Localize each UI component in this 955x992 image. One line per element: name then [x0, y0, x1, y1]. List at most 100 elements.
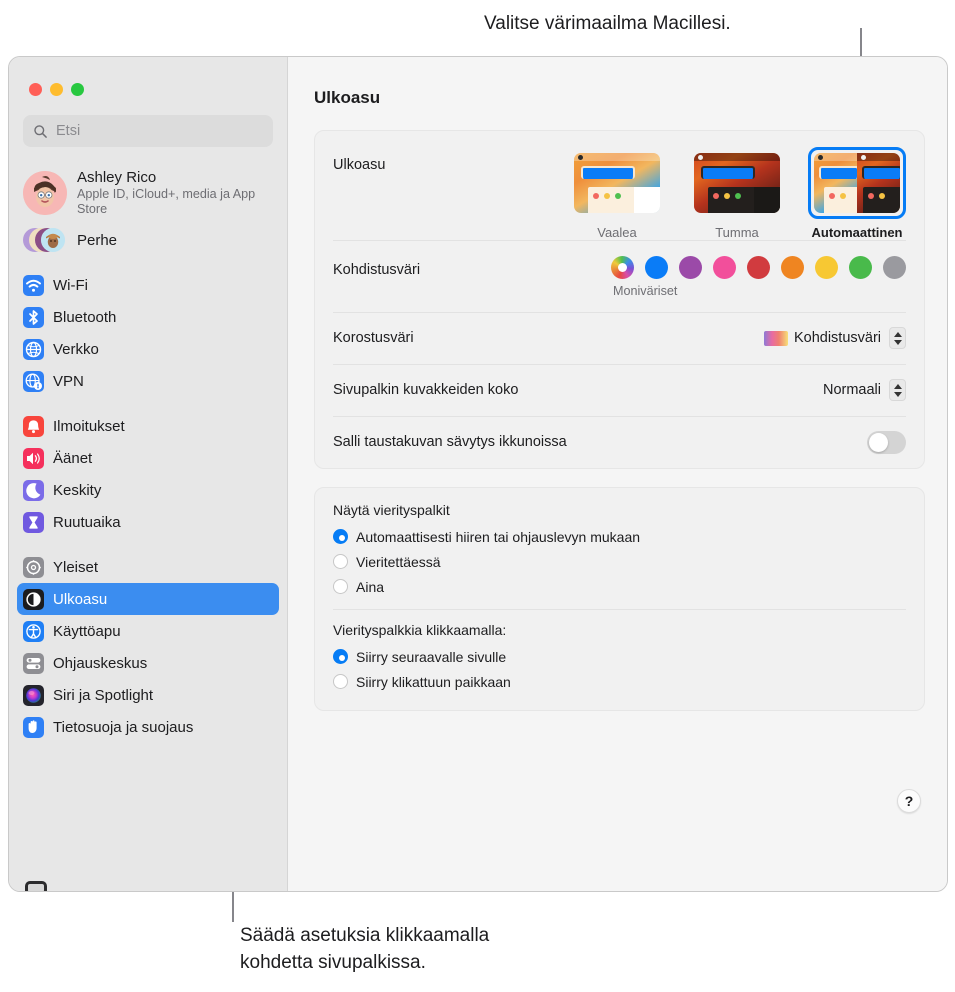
show-scrollbars-label: Näytä vierityspalkit: [333, 502, 450, 518]
sidebar-item-label: Ruutuaika: [53, 513, 121, 531]
radio-icon[interactable]: [333, 579, 348, 594]
radio-icon[interactable]: [333, 529, 348, 544]
highlight-color-swatch: [763, 330, 788, 346]
sidebar-item-family[interactable]: Perhe: [9, 223, 287, 257]
radio-icon[interactable]: [333, 674, 348, 689]
appearance-option-label: Vaalea: [597, 225, 637, 240]
callout-top-text: Valitse värimaailma Macillesi.: [484, 13, 731, 34]
sidebar-item-label: Keskity: [53, 481, 102, 499]
sidebar-group-alerts: Ilmoitukset Äänet Keskity Ruutuaika: [9, 410, 287, 538]
appearance-settings-card: Ulkoasu Vaalea Tumma Automaattinen Kohdi…: [314, 130, 925, 469]
sidebar-item-sound[interactable]: Äänet: [17, 442, 279, 474]
sidebar-group-network: Wi-Fi Bluetooth Verkko VPN: [9, 269, 287, 397]
close-button[interactable]: [29, 83, 42, 96]
accent-swatch-orange[interactable]: [781, 256, 804, 279]
wallpaper-tinting-row: Salli taustakuvan sävytys ikkunoissa: [315, 416, 924, 468]
sidebar-item-screen-time[interactable]: Ruutuaika: [17, 506, 279, 538]
appearance-label: Ulkoasu: [333, 157, 386, 173]
accent-color-caption: Moniväriset: [613, 284, 678, 298]
card-divider: [333, 609, 906, 610]
radio-icon[interactable]: [333, 554, 348, 569]
callout-bottom-text: Säädä asetuksia klikkaamalla kohdetta si…: [240, 925, 490, 973]
appearance-row: Ulkoasu Vaalea Tumma Automaattinen: [315, 131, 924, 240]
accent-swatch-purple[interactable]: [679, 256, 702, 279]
accent-swatch-yellow[interactable]: [815, 256, 838, 279]
highlight-color-row: Korostusväri Kohdistusväri: [315, 312, 924, 364]
sidebar-icon-size-value: Normaali: [822, 382, 881, 398]
sidebar-item-label: Perhe: [77, 231, 118, 249]
siri-icon: [23, 684, 44, 706]
maximize-button[interactable]: [71, 83, 84, 96]
bluetooth-icon: [23, 306, 44, 328]
vpn-globe-icon: [23, 370, 44, 392]
minimize-button[interactable]: [50, 83, 63, 96]
wallpaper-tinting-toggle[interactable]: [867, 430, 906, 454]
sidebar-item-label: Wi-Fi: [53, 276, 88, 294]
accent-swatch-blue[interactable]: [645, 256, 668, 279]
accent-swatch-pink[interactable]: [713, 256, 736, 279]
sidebar-item-privacy-security[interactable]: Tietosuoja ja suojaus: [17, 711, 279, 743]
show-scrollbars-option-auto[interactable]: Automaattisesti hiiren tai ohjauslevyn m…: [333, 524, 906, 549]
sidebar-item-siri-spotlight[interactable]: Siri ja Spotlight: [17, 679, 279, 711]
hourglass-icon: [23, 511, 44, 533]
sidebar-item-notifications[interactable]: Ilmoitukset: [17, 410, 279, 442]
click-scrollbar-label: Vierityspalkkia klikkaamalla:: [333, 622, 507, 638]
chevron-updown-icon[interactable]: [889, 327, 906, 349]
sidebar-item-appearance[interactable]: Ulkoasu: [17, 583, 279, 615]
sidebar-item-focus[interactable]: Keskity: [17, 474, 279, 506]
appearance-option-light[interactable]: Vaalea: [568, 147, 666, 240]
click-scrollbar-option-next-page[interactable]: Siirry seuraavalle sivulle: [333, 644, 906, 669]
sidebar-divider: [9, 538, 287, 551]
sidebar-item-label: Ulkoasu: [53, 590, 108, 608]
appearance-thumbnail-auto: [814, 153, 900, 213]
scrollbar-settings-card: Näytä vierityspalkit Automaattisesti hii…: [314, 487, 925, 711]
help-button[interactable]: ?: [897, 789, 921, 813]
sidebar-item-label: Verkko: [53, 340, 99, 358]
sidebar-item-general[interactable]: Yleiset: [17, 551, 279, 583]
appearance-thumbnail-dark: [694, 153, 780, 213]
sidebar-item-label: Siri ja Spotlight: [53, 686, 154, 704]
appearance-option-auto[interactable]: Automaattinen: [808, 147, 906, 240]
accent-swatch-graphite[interactable]: [883, 256, 906, 279]
accent-swatch-multicolor[interactable]: [611, 256, 634, 279]
accent-swatch-green[interactable]: [849, 256, 872, 279]
sidebar: Etsi Ashley Rico Apple ID, iCloud+, medi…: [9, 57, 288, 891]
show-scrollbars-option-always[interactable]: Aina: [333, 574, 906, 599]
hand-icon: [23, 716, 44, 738]
chevron-updown-icon[interactable]: [889, 379, 906, 401]
sidebar-group-system: Yleiset Ulkoasu Käyttöapu Ohjauskeskus S…: [9, 551, 287, 743]
sidebar-item-label: Äänet: [53, 449, 93, 467]
highlight-color-popup[interactable]: Kohdistusväri: [763, 327, 906, 349]
radio-icon[interactable]: [333, 649, 348, 664]
radio-label: Vieritettäessä: [356, 553, 441, 570]
sidebar-item-accessibility[interactable]: Käyttöapu: [17, 615, 279, 647]
sidebar-icon-size-popup[interactable]: Normaali: [823, 379, 906, 401]
accent-swatch-red[interactable]: [747, 256, 770, 279]
page-title: Ulkoasu: [314, 88, 381, 107]
sidebar-item-label: Ilmoitukset: [53, 417, 125, 435]
search-input[interactable]: Etsi: [56, 123, 80, 139]
search-field[interactable]: Etsi: [23, 115, 273, 147]
sidebar-item-control-center[interactable]: Ohjauskeskus: [17, 647, 279, 679]
appearance-option-label: Tumma: [715, 225, 759, 240]
sidebar-icon-size-row: Sivupalkin kuvakkeiden koko Normaali: [315, 364, 924, 416]
accent-color-row: Kohdistusväri Moniväriset: [315, 240, 924, 312]
highlight-color-value: Kohdistusväri: [793, 330, 881, 346]
sidebar-item-network[interactable]: Verkko: [17, 333, 279, 365]
sidebar-item-wifi[interactable]: Wi-Fi: [17, 269, 279, 301]
appearance-option-dark[interactable]: Tumma: [688, 147, 786, 240]
search-icon: [33, 124, 48, 139]
appearance-icon: [23, 588, 44, 610]
sidebar-item-partial-icon[interactable]: [25, 881, 47, 891]
accent-color-swatches: [611, 256, 906, 279]
click-scrollbar-option-jump-to-spot[interactable]: Siirry klikattuun paikkaan: [333, 669, 906, 694]
sidebar-item-vpn[interactable]: VPN: [17, 365, 279, 397]
family-avatars-icon: [23, 227, 67, 253]
gear-icon: [23, 556, 44, 578]
show-scrollbars-option-when-scrolling[interactable]: Vieritettäessä: [333, 549, 906, 574]
sidebar-divider: [9, 397, 287, 410]
sidebar-account-row[interactable]: Ashley Rico Apple ID, iCloud+, media ja …: [9, 165, 287, 221]
system-settings-window: Etsi Ashley Rico Apple ID, iCloud+, medi…: [8, 56, 948, 892]
sidebar-item-bluetooth[interactable]: Bluetooth: [17, 301, 279, 333]
appearance-thumbnail-light: [574, 153, 660, 213]
